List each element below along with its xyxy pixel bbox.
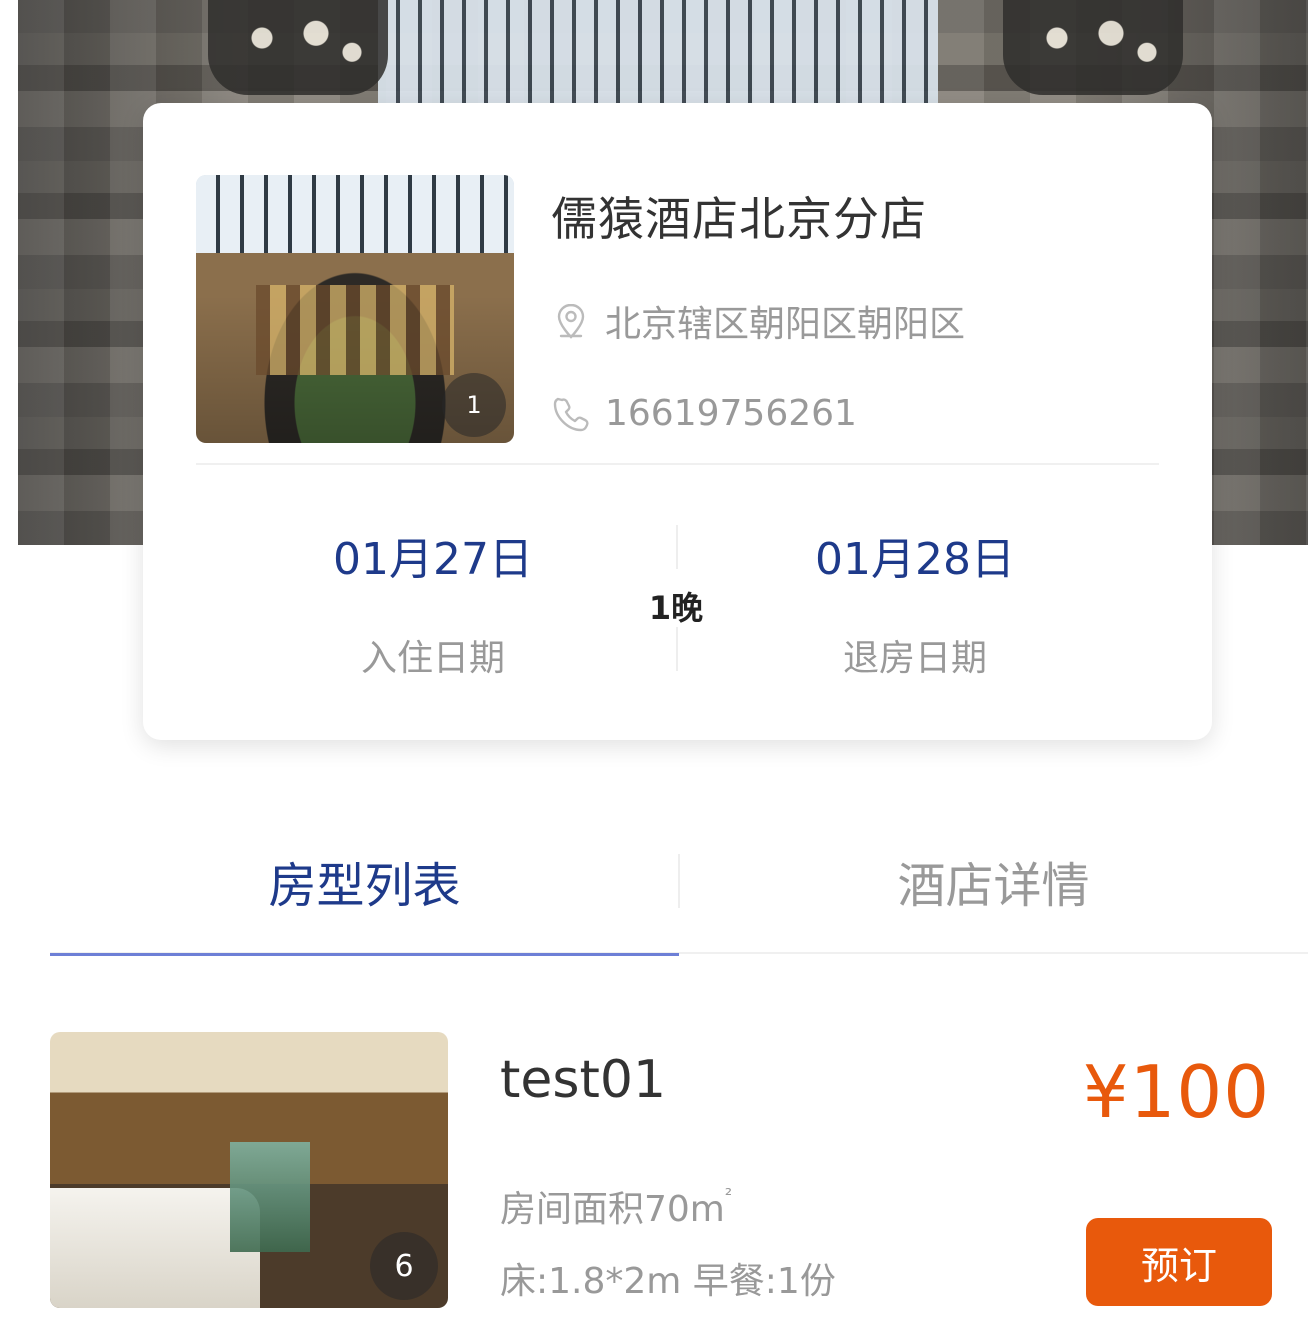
room-list-item[interactable]: 6 test01 房间面积70m² 床:1.8*2m 早餐:1份 ¥100 预订 — [50, 1032, 1272, 1308]
room-area-unit-sup: ² — [724, 1185, 733, 1206]
checkout-selector[interactable]: 01月28日 退房日期 — [765, 523, 1065, 681]
hotel-phone-row[interactable]: 16619756261 — [551, 393, 857, 434]
tab-bar: 房型列表 酒店详情 — [50, 808, 1308, 956]
hotel-address-row[interactable]: 北京辖区朝阳区朝阳区 — [551, 295, 965, 347]
room-bed-breakfast: 床:1.8*2m 早餐:1份 — [500, 1261, 836, 1302]
card-divider — [196, 463, 1159, 465]
checkout-label: 退房日期 — [842, 638, 987, 679]
checkin-label: 入住日期 — [360, 638, 505, 679]
room-name: test01 — [500, 1050, 667, 1110]
book-button[interactable]: 预订 — [1086, 1218, 1272, 1306]
room-image-count-badge: 6 — [370, 1232, 438, 1300]
checkout-date: 01月28日 — [815, 534, 1015, 585]
hotel-phone: 16619756261 — [605, 393, 857, 434]
hero-skylight-decoration — [378, 0, 938, 120]
hero-chandelier-left — [208, 0, 388, 95]
hotel-address: 北京辖区朝阳区朝阳区 — [605, 304, 966, 345]
phone-icon — [553, 397, 589, 431]
hotel-image-count-badge: 1 — [442, 373, 506, 437]
hero-chandelier-right — [1003, 0, 1183, 95]
room-price: ¥100 — [1082, 1050, 1270, 1134]
checkin-date: 01月27日 — [333, 534, 533, 585]
checkin-selector[interactable]: 01月27日 入住日期 — [283, 523, 583, 681]
hotel-thumbnail[interactable]: 1 — [196, 175, 514, 443]
hotel-name: 儒猿酒店北京分店 — [551, 192, 927, 246]
nights-count: 1晚 — [648, 589, 704, 627]
room-area: 房间面积70m² — [500, 1180, 732, 1232]
hotel-info-card: 1 儒猿酒店北京分店 北京辖区朝阳区朝阳区 16619756261 01月27日… — [143, 103, 1212, 740]
room-area-text: 房间面积70m — [500, 1189, 725, 1230]
location-pin-icon — [557, 303, 585, 339]
tab-hotel-details[interactable]: 酒店详情 — [679, 808, 1308, 954]
tab-room-list[interactable]: 房型列表 — [50, 808, 679, 956]
